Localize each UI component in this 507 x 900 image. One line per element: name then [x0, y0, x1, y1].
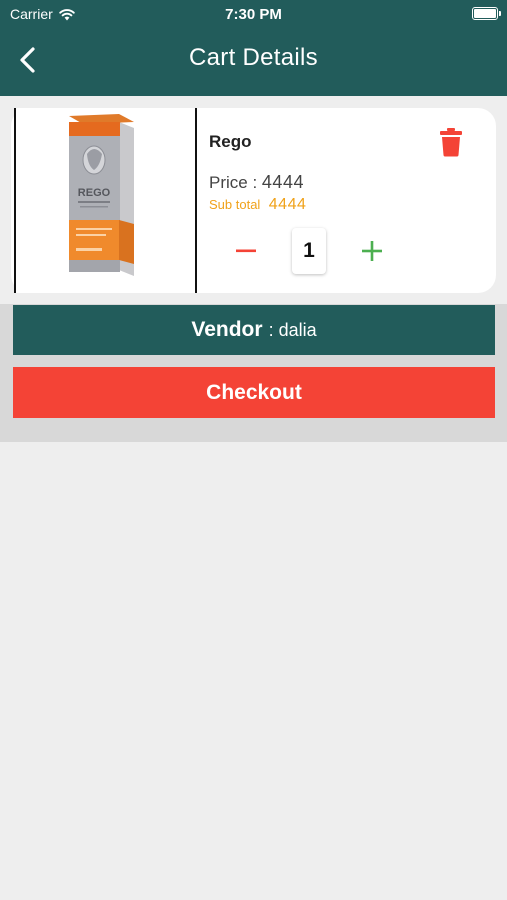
status-bar: Carrier 7:30 PM — [0, 0, 507, 28]
subtotal-label: Sub total — [209, 197, 261, 212]
price-label: Price : — [209, 173, 258, 192]
page-title: Cart Details — [189, 44, 318, 71]
decrease-quantity-button[interactable] — [233, 238, 259, 264]
subtotal-value: 4444 — [268, 196, 307, 213]
vendor-name: dalia — [278, 319, 317, 340]
product-name: Rego — [209, 132, 252, 151]
minus-icon — [236, 249, 256, 253]
plus-icon — [362, 241, 382, 261]
vendor-label: Vendor — [191, 318, 263, 341]
status-time: 7:30 PM — [225, 6, 282, 23]
delete-item-button[interactable] — [438, 127, 464, 157]
price-row: Price : 4444 — [209, 172, 304, 193]
subtotal-row: Sub total 4444 — [209, 196, 306, 214]
app-header: Carrier 7:30 PM Cart Details — [0, 0, 507, 96]
product-brand-text: REGO — [78, 187, 111, 199]
product-box-image: REGO — [69, 114, 134, 276]
cart-item-card: REGO Rego Price : 4444 Sub total 4444 1 — [11, 108, 496, 293]
battery-icon — [472, 7, 501, 20]
trash-icon — [440, 128, 462, 157]
increase-quantity-button[interactable] — [359, 238, 385, 264]
vendor-bar: Vendor : dalia — [13, 305, 495, 355]
vendor-separator: : — [268, 319, 274, 340]
checkout-button[interactable]: Checkout — [13, 367, 495, 418]
price-value: 4444 — [261, 172, 304, 192]
product-image: REGO — [14, 108, 197, 293]
quantity-value: 1 — [292, 228, 326, 274]
